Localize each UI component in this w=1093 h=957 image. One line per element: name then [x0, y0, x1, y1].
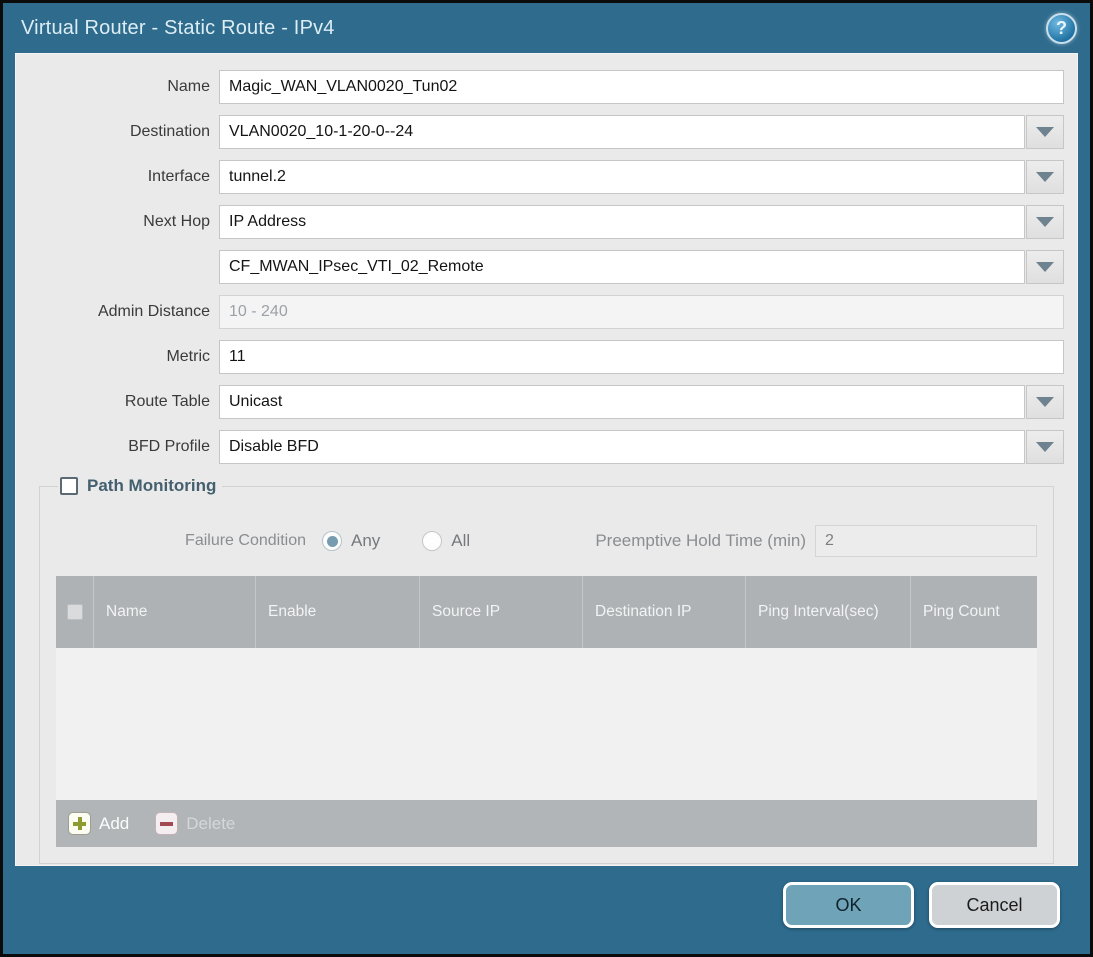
path-monitoring-checkbox[interactable] [60, 477, 78, 495]
route-table-input[interactable] [219, 385, 1025, 419]
column-header-ping-interval: Ping Interval(sec) [746, 576, 911, 648]
bfd-profile-input[interactable] [219, 430, 1025, 464]
chevron-down-icon [1036, 262, 1054, 272]
interface-input[interactable] [219, 160, 1025, 194]
cancel-button[interactable]: Cancel [929, 882, 1060, 928]
preemptive-hold-time-label: Preemptive Hold Time (min) [595, 531, 806, 551]
next-hop-address-dropdown-button[interactable] [1026, 250, 1064, 284]
destination-dropdown-button[interactable] [1026, 115, 1064, 149]
table-toolbar: Add Delete [56, 800, 1037, 847]
route-table-dropdown-button[interactable] [1026, 385, 1064, 419]
dialog-footer: OK Cancel [3, 866, 1090, 954]
select-all-checkbox [67, 604, 83, 620]
interface-dropdown-button[interactable] [1026, 160, 1064, 194]
next-hop-type-dropdown-button[interactable] [1026, 205, 1064, 239]
table-body-empty [56, 648, 1037, 800]
minus-icon [155, 812, 178, 835]
help-icon[interactable]: ? [1046, 13, 1077, 44]
form-row-route-table: Route Table [29, 385, 1064, 419]
plus-icon [68, 812, 91, 835]
destination-label: Destination [29, 123, 219, 141]
form-row-bfd-profile: BFD Profile [29, 430, 1064, 464]
radio-all [422, 531, 442, 551]
route-table-label: Route Table [29, 393, 219, 411]
form-row-admin-distance: Admin Distance [29, 295, 1064, 329]
column-header-source-ip: Source IP [420, 576, 583, 648]
add-button[interactable]: Add [68, 812, 129, 835]
next-hop-label: Next Hop [29, 213, 219, 231]
path-monitoring-section: Path Monitoring Failure Condition Any Al… [39, 476, 1054, 864]
dialog-titlebar: Virtual Router - Static Route - IPv4 ? [3, 3, 1090, 53]
name-input[interactable] [219, 70, 1064, 104]
name-label: Name [29, 78, 219, 96]
form-row-next-hop: Next Hop [29, 205, 1064, 239]
metric-label: Metric [29, 348, 219, 366]
next-hop-type-input[interactable] [219, 205, 1025, 239]
destination-input[interactable] [219, 115, 1025, 149]
column-header-destination-ip: Destination IP [583, 576, 746, 648]
radio-all-label: All [451, 531, 470, 551]
table-header: Name Enable Source IP Destination IP Pin… [56, 576, 1037, 648]
next-hop-address-input[interactable] [219, 250, 1025, 284]
failure-condition-row: Failure Condition Any All Preemptive Hol… [56, 524, 1037, 558]
radio-dot [327, 536, 338, 547]
path-monitoring-table: Name Enable Source IP Destination IP Pin… [56, 576, 1037, 847]
form-row-destination: Destination [29, 115, 1064, 149]
radio-any [322, 531, 342, 551]
metric-input[interactable] [219, 340, 1064, 374]
ok-button[interactable]: OK [783, 882, 914, 928]
bfd-profile-label: BFD Profile [29, 438, 219, 456]
chevron-down-icon [1036, 217, 1054, 227]
path-monitoring-title: Path Monitoring [87, 476, 216, 496]
static-route-dialog: Virtual Router - Static Route - IPv4 ? N… [0, 0, 1093, 957]
chevron-down-icon [1036, 397, 1054, 407]
chevron-down-icon [1036, 442, 1054, 452]
column-header-name: Name [94, 576, 256, 648]
preemptive-hold-time-input [815, 525, 1037, 557]
chevron-down-icon [1036, 172, 1054, 182]
form-row-next-hop-address [29, 250, 1064, 284]
chevron-down-icon [1036, 127, 1054, 137]
form-row-name: Name [29, 70, 1064, 104]
dialog-title: Virtual Router - Static Route - IPv4 [21, 17, 335, 40]
interface-label: Interface [29, 168, 219, 186]
dialog-body: Name Destination Interface Next Hop [15, 53, 1078, 866]
column-header-ping-count: Ping Count [911, 576, 1037, 648]
form-row-interface: Interface [29, 160, 1064, 194]
select-all-cell [56, 576, 94, 648]
failure-condition-label: Failure Condition [56, 532, 306, 550]
path-monitoring-legend: Path Monitoring [58, 476, 222, 496]
add-button-label: Add [99, 814, 129, 834]
radio-any-label: Any [351, 531, 380, 551]
form-row-metric: Metric [29, 340, 1064, 374]
bfd-profile-dropdown-button[interactable] [1026, 430, 1064, 464]
admin-distance-input[interactable] [219, 295, 1064, 329]
admin-distance-label: Admin Distance [29, 303, 219, 321]
delete-button: Delete [155, 812, 235, 835]
delete-button-label: Delete [186, 814, 235, 834]
column-header-enable: Enable [256, 576, 420, 648]
